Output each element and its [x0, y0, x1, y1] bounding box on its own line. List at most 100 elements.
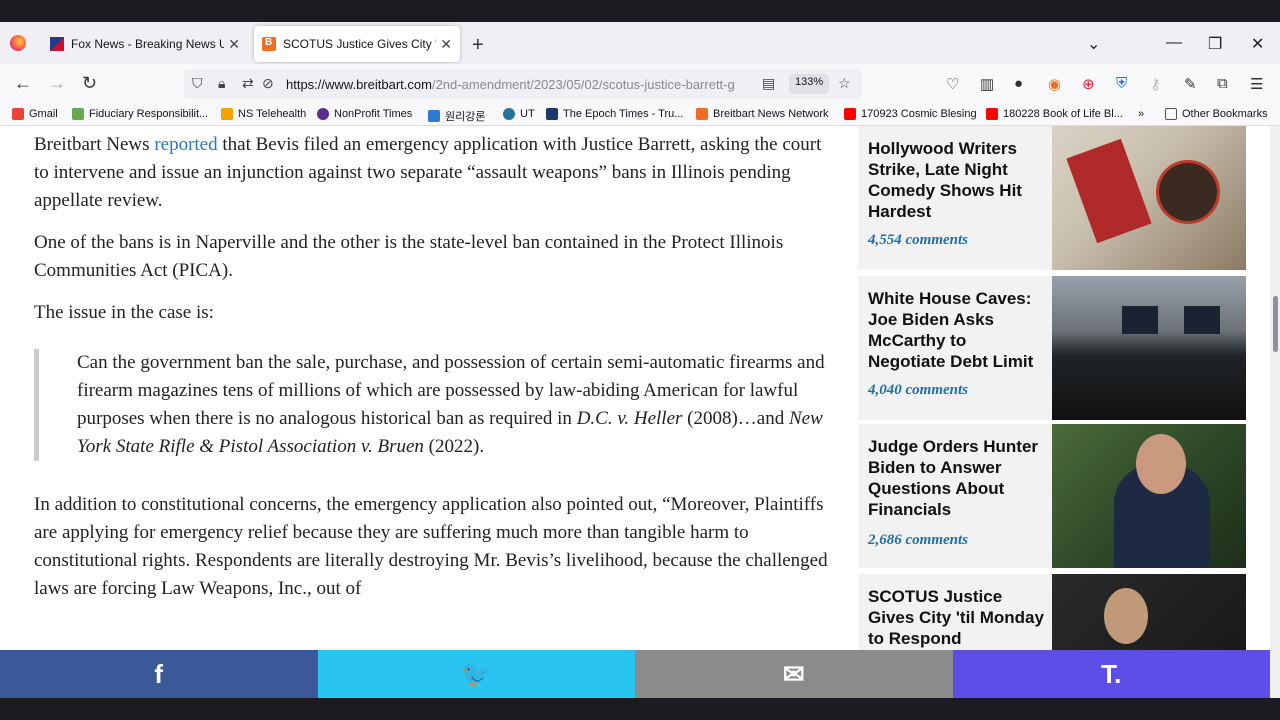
- reader-view-icon[interactable]: ▤: [762, 75, 775, 92]
- card-thumbnail[interactable]: [1052, 574, 1246, 650]
- reload-icon[interactable]: ↻: [82, 73, 97, 94]
- restore-icon[interactable]: ❐: [1208, 34, 1222, 54]
- extension-3-icon[interactable]: ⛨: [1116, 75, 1127, 92]
- bookmark-other-bookmarks[interactable]: Other Bookmarks: [1165, 108, 1268, 120]
- os-bottom-bar: [0, 698, 1280, 720]
- nonprofit-times-icon: [317, 108, 329, 120]
- folder-icon: [1165, 108, 1177, 120]
- bookmark-ns-telehealth[interactable]: NS Telehealth: [221, 108, 306, 120]
- bookmark-nonprofit-times[interactable]: NonProfit Times: [317, 108, 412, 120]
- reported-link[interactable]: reported: [154, 134, 217, 155]
- url-bar[interactable]: ⛉ 🔒︎ ⇄ ⊘ https://www.breitbart.com/2nd-a…: [184, 69, 862, 99]
- trending-card[interactable]: Hollywood Writers Strike, Late Night Com…: [858, 126, 1246, 270]
- facebook-icon: f: [154, 658, 164, 689]
- email-share-button[interactable]: ✉: [635, 650, 953, 698]
- trending-card[interactable]: Judge Orders Hunter Biden to Answer Ques…: [858, 424, 1246, 568]
- tab-close-icon[interactable]: ✕: [228, 36, 240, 53]
- trending-card[interactable]: White House Caves: Joe Biden Asks McCart…: [858, 276, 1246, 420]
- bookmark-korean[interactable]: 원리강론: [428, 108, 485, 124]
- url-text[interactable]: https://www.breitbart.com/2nd-amendment/…: [286, 77, 756, 92]
- menu-hamburger-icon[interactable]: ☰: [1250, 75, 1263, 93]
- breitbart-icon: [696, 108, 708, 120]
- article-body: Breitbart News reported that Bevis filed…: [34, 126, 834, 617]
- text: (2022).: [423, 436, 485, 457]
- card-headline[interactable]: Judge Orders Hunter Biden to Answer Ques…: [868, 436, 1048, 520]
- bookmark-fiduciary[interactable]: Fiduciary Responsibilit...: [72, 108, 208, 120]
- extension-2-icon[interactable]: ⊕: [1082, 75, 1095, 93]
- bookmarks-toolbar: Gmail Fiduciary Responsibilit... NS Tele…: [0, 104, 1280, 126]
- truth-social-share-button[interactable]: T.: [952, 650, 1270, 698]
- navigation-toolbar: ← → ↻ ⛉ 🔒︎ ⇄ ⊘ https://www.breitbart.com…: [0, 64, 1280, 104]
- camera-off-icon[interactable]: ⊘: [262, 75, 274, 92]
- extensions-puzzle-icon[interactable]: ⧉: [1217, 75, 1228, 92]
- twitter-icon: 🐦: [460, 658, 493, 689]
- bookmark-label: Fiduciary Responsibilit...: [89, 108, 209, 120]
- article-paragraph: The issue in the case is:: [34, 302, 214, 323]
- bookmark-star-icon[interactable]: ☆: [838, 75, 851, 92]
- tab-fox-news[interactable]: Fox News - Breaking News Upd ✕: [42, 26, 248, 62]
- sidebar-icon[interactable]: ▥: [980, 75, 994, 93]
- tab-breitbart[interactable]: SCOTUS Justice Gives City 'til M ✕: [254, 26, 460, 62]
- bookmark-label: NS Telehealth: [238, 108, 307, 120]
- card-thumbnail[interactable]: [1052, 276, 1246, 420]
- page-scrollbar[interactable]: [1270, 126, 1280, 700]
- figure-shape: [1184, 306, 1220, 334]
- text: (2008)…and: [682, 408, 789, 429]
- truth-social-icon: T.: [1101, 658, 1122, 689]
- face-shape: [1136, 434, 1186, 494]
- tab-title: Fox News - Breaking News Upd: [71, 37, 225, 51]
- card-thumbnail[interactable]: [1052, 424, 1246, 568]
- bookmark-breitbart[interactable]: Breitbart News Network: [696, 108, 829, 120]
- extension-5-icon[interactable]: ✎: [1184, 75, 1197, 93]
- new-tab-plus-icon[interactable]: +: [472, 34, 484, 57]
- bookmark-cosmic-blesing[interactable]: 170923 Cosmic Blesing: [844, 108, 977, 120]
- card-thumbnail[interactable]: [1052, 126, 1246, 270]
- extension-4-icon[interactable]: ⚷: [1150, 75, 1161, 93]
- bookmark-ut[interactable]: UT: [503, 108, 535, 120]
- strike-sign-shape: [1066, 138, 1152, 244]
- url-path: /2nd-amendment/2023/05/02/scotus-justice…: [431, 77, 735, 92]
- back-arrow-icon[interactable]: ←: [14, 73, 32, 94]
- comment-count[interactable]: 4,040 comments: [868, 382, 968, 399]
- bookmarks-overflow-icon[interactable]: »: [1138, 108, 1144, 120]
- comment-count[interactable]: 4,554 comments: [868, 232, 968, 249]
- permissions-icon[interactable]: ⇄: [242, 75, 254, 92]
- card-headline[interactable]: Hollywood Writers Strike, Late Night Com…: [868, 138, 1048, 222]
- case-citation: D.C. v. Heller: [576, 408, 683, 429]
- bookmark-gmail[interactable]: Gmail: [12, 108, 58, 120]
- card-headline[interactable]: White House Caves: Joe Biden Asks McCart…: [868, 288, 1048, 372]
- zoom-level[interactable]: 133%: [789, 74, 830, 94]
- bookmark-label: The Epoch Times - Tru...: [563, 108, 684, 120]
- comment-count[interactable]: 2,686 comments: [868, 532, 968, 549]
- forward-arrow-icon[interactable]: →: [48, 73, 66, 94]
- bookmark-label: 180228 Book of Life Bl...: [1003, 108, 1123, 120]
- close-window-icon[interactable]: ✕: [1251, 34, 1264, 54]
- epoch-times-icon: [546, 108, 558, 120]
- list-tabs-chevron-icon[interactable]: ⌄: [1087, 34, 1100, 54]
- scrollbar-thumb[interactable]: [1273, 296, 1278, 352]
- bookmark-book-of-life[interactable]: 180228 Book of Life Bl...: [986, 108, 1123, 120]
- wordpress-icon: [503, 108, 515, 120]
- share-bar: f 🐦 ✉ T.: [0, 650, 1270, 698]
- bookmark-epoch-times[interactable]: The Epoch Times - Tru...: [546, 108, 683, 120]
- fiduciary-icon: [72, 108, 84, 120]
- facebook-share-button[interactable]: f: [0, 650, 318, 698]
- bookmark-label: Gmail: [29, 108, 58, 120]
- bookmark-label: 원리강론: [445, 111, 486, 123]
- firefox-icon[interactable]: [10, 35, 26, 51]
- account-icon[interactable]: ●: [1014, 75, 1023, 92]
- lock-icon[interactable]: 🔒︎: [218, 75, 225, 92]
- figure-shape: [1122, 306, 1158, 334]
- tab-close-icon[interactable]: ✕: [440, 36, 452, 53]
- twitter-share-button[interactable]: 🐦: [317, 650, 635, 698]
- shield-icon[interactable]: ⛉: [192, 75, 203, 92]
- pocket-icon[interactable]: ♡: [946, 75, 959, 93]
- breitbart-favicon-icon: [262, 37, 276, 51]
- face-shape: [1104, 588, 1148, 644]
- minimize-icon[interactable]: —: [1166, 34, 1182, 52]
- extension-1-icon[interactable]: ◉: [1048, 75, 1061, 93]
- card-headline[interactable]: SCOTUS Justice Gives City 'til Monday to…: [868, 586, 1048, 649]
- trending-card[interactable]: SCOTUS Justice Gives City 'til Monday to…: [858, 574, 1246, 650]
- bookmark-label: UT: [520, 108, 535, 120]
- document-icon: [428, 110, 440, 122]
